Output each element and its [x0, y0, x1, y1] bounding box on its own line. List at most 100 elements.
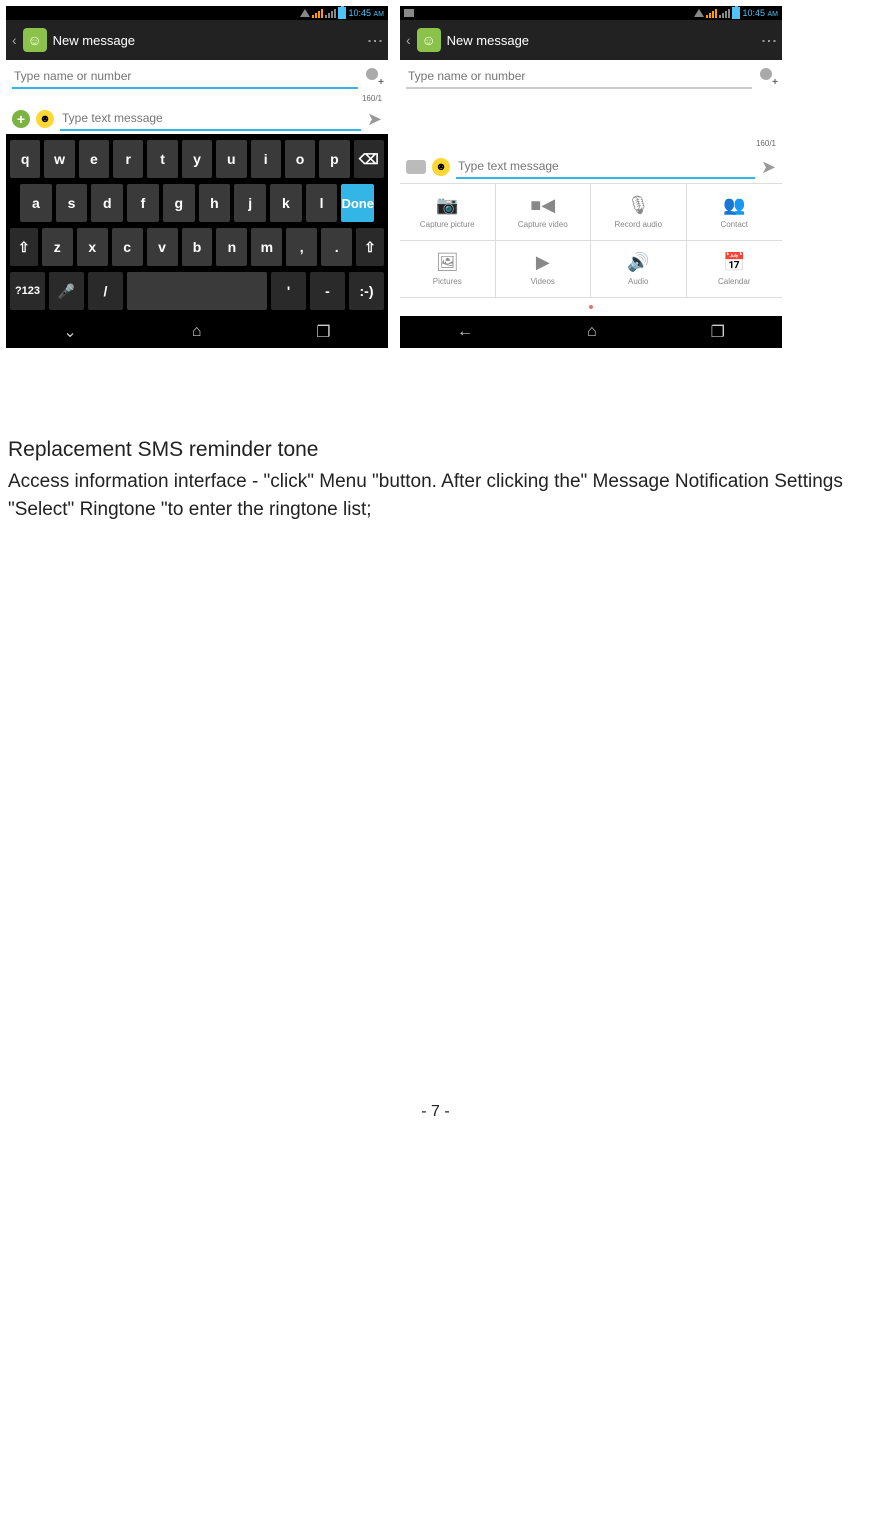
key-b[interactable]: b — [182, 228, 213, 266]
key-p[interactable]: p — [319, 140, 349, 178]
document-text: Replacement SMS reminder tone Access inf… — [6, 438, 865, 523]
attach-button[interactable]: + — [12, 110, 30, 128]
send-button[interactable]: ➤ — [367, 109, 382, 130]
nav-home-icon[interactable]: ⌂ — [587, 323, 597, 341]
attach-contact[interactable]: 👥 Contact — [687, 184, 783, 241]
key-q[interactable]: q — [10, 140, 40, 178]
screenshot-left: 10:45 AM ‹ ☺ New message ⋮ 160/1 + ☻ ➤ — [6, 6, 388, 348]
section-paragraph: Access information interface - "click" M… — [8, 468, 863, 523]
attach-capture-picture[interactable]: 📷 Capture picture — [400, 184, 496, 241]
key-smile[interactable]: :-) — [349, 272, 384, 310]
key-shift-right[interactable]: ⇧ — [356, 228, 384, 266]
status-time: 10:45 AM — [348, 8, 384, 18]
key-apostrophe[interactable]: ' — [271, 272, 306, 310]
attach-capture-video[interactable]: ■◀ Capture video — [496, 184, 592, 241]
attachment-grid: 📷 Capture picture ■◀ Capture video 🎙 Rec… — [400, 183, 782, 298]
dot-icon — [589, 305, 593, 309]
key-w[interactable]: w — [44, 140, 74, 178]
attach-record-audio[interactable]: 🎙 Record audio — [591, 184, 687, 241]
key-o[interactable]: o — [285, 140, 315, 178]
recipient-input[interactable] — [406, 65, 752, 89]
nav-home-icon[interactable]: ⌂ — [192, 323, 202, 341]
key-z[interactable]: z — [42, 228, 73, 266]
keyboard: q w e r t y u i o p ⌫ a s d f g — [6, 134, 388, 316]
key-m[interactable]: m — [251, 228, 282, 266]
status-bar: 10:45 AM — [400, 6, 782, 20]
key-t[interactable]: t — [147, 140, 177, 178]
send-button[interactable]: ➤ — [761, 157, 776, 178]
nav-recent-icon[interactable]: ❐ — [711, 322, 725, 342]
key-v[interactable]: v — [147, 228, 178, 266]
keyboard-icon[interactable] — [406, 160, 426, 174]
key-period[interactable]: . — [321, 228, 352, 266]
calendar-icon: 📅 — [722, 253, 746, 273]
emoji-button[interactable]: ☻ — [36, 110, 54, 128]
key-h[interactable]: h — [199, 184, 231, 222]
signal-icon-2 — [325, 9, 336, 18]
attach-pictures[interactable]: 🖼 Pictures — [400, 241, 496, 298]
attach-calendar[interactable]: 📅 Calendar — [687, 241, 783, 298]
key-numbers[interactable]: ?123 — [10, 272, 45, 310]
key-j[interactable]: j — [234, 184, 266, 222]
attach-videos[interactable]: ▶ Videos — [496, 241, 592, 298]
back-icon[interactable]: ‹ — [12, 32, 17, 48]
nav-back-icon[interactable]: ← — [457, 323, 473, 341]
key-n[interactable]: n — [216, 228, 247, 266]
key-f[interactable]: f — [127, 184, 159, 222]
video-icon: ■◀ — [531, 196, 555, 216]
key-a[interactable]: a — [20, 184, 52, 222]
attach-label: Record audio — [614, 220, 662, 229]
key-backspace[interactable]: ⌫ — [354, 140, 384, 178]
key-y[interactable]: y — [182, 140, 212, 178]
wifi-icon — [300, 9, 310, 17]
image-icon: 🖼 — [435, 253, 459, 273]
key-s[interactable]: s — [56, 184, 88, 222]
key-space[interactable] — [127, 272, 267, 310]
nav-bar: ← ⌂ ❐ — [400, 316, 782, 348]
nav-bar: ⌄ ⌂ ❐ — [6, 316, 388, 348]
nav-recent-icon[interactable]: ❐ — [316, 322, 330, 342]
key-c[interactable]: c — [112, 228, 143, 266]
app-header: ‹ ☺ New message ⋮ — [400, 20, 782, 60]
key-i[interactable]: i — [251, 140, 281, 178]
key-done[interactable]: Done — [341, 184, 374, 222]
attach-label: Calendar — [718, 277, 750, 286]
compose-row: + ☻ ➤ — [6, 104, 388, 134]
attach-audio[interactable]: 🔊 Audio — [591, 241, 687, 298]
key-comma[interactable]: , — [286, 228, 317, 266]
page-indicator — [400, 298, 782, 316]
nav-back-icon[interactable]: ⌄ — [63, 322, 76, 342]
key-r[interactable]: r — [113, 140, 143, 178]
menu-button[interactable]: ⋮ — [365, 33, 385, 47]
emoji-button[interactable]: ☻ — [432, 158, 450, 176]
section-heading: Replacement SMS reminder tone — [8, 438, 863, 462]
key-e[interactable]: e — [79, 140, 109, 178]
key-u[interactable]: u — [216, 140, 246, 178]
menu-button[interactable]: ⋮ — [759, 33, 779, 47]
add-contact-icon[interactable] — [758, 68, 776, 86]
char-counter: 160/1 — [6, 94, 388, 104]
status-time: 10:45 AM — [742, 8, 778, 18]
key-l[interactable]: l — [306, 184, 338, 222]
key-mic[interactable]: 🎤 — [49, 272, 84, 310]
signal-icon-2 — [719, 9, 730, 18]
key-slash[interactable]: / — [88, 272, 123, 310]
play-icon: ▶ — [531, 253, 555, 273]
key-k[interactable]: k — [270, 184, 302, 222]
key-x[interactable]: x — [77, 228, 108, 266]
message-input[interactable] — [456, 155, 755, 179]
message-input[interactable] — [60, 107, 361, 131]
attach-label: Audio — [628, 277, 648, 286]
key-g[interactable]: g — [163, 184, 195, 222]
add-contact-icon[interactable] — [364, 68, 382, 86]
key-shift-left[interactable]: ⇧ — [10, 228, 38, 266]
battery-icon — [338, 7, 346, 19]
message-area — [400, 94, 782, 139]
key-dash[interactable]: - — [310, 272, 345, 310]
recipient-input[interactable] — [12, 65, 358, 89]
contact-icon: 👥 — [722, 196, 746, 216]
key-d[interactable]: d — [91, 184, 123, 222]
compose-row: ☻ ➤ — [400, 149, 782, 183]
back-icon[interactable]: ‹ — [406, 32, 411, 48]
wifi-icon — [694, 9, 704, 17]
